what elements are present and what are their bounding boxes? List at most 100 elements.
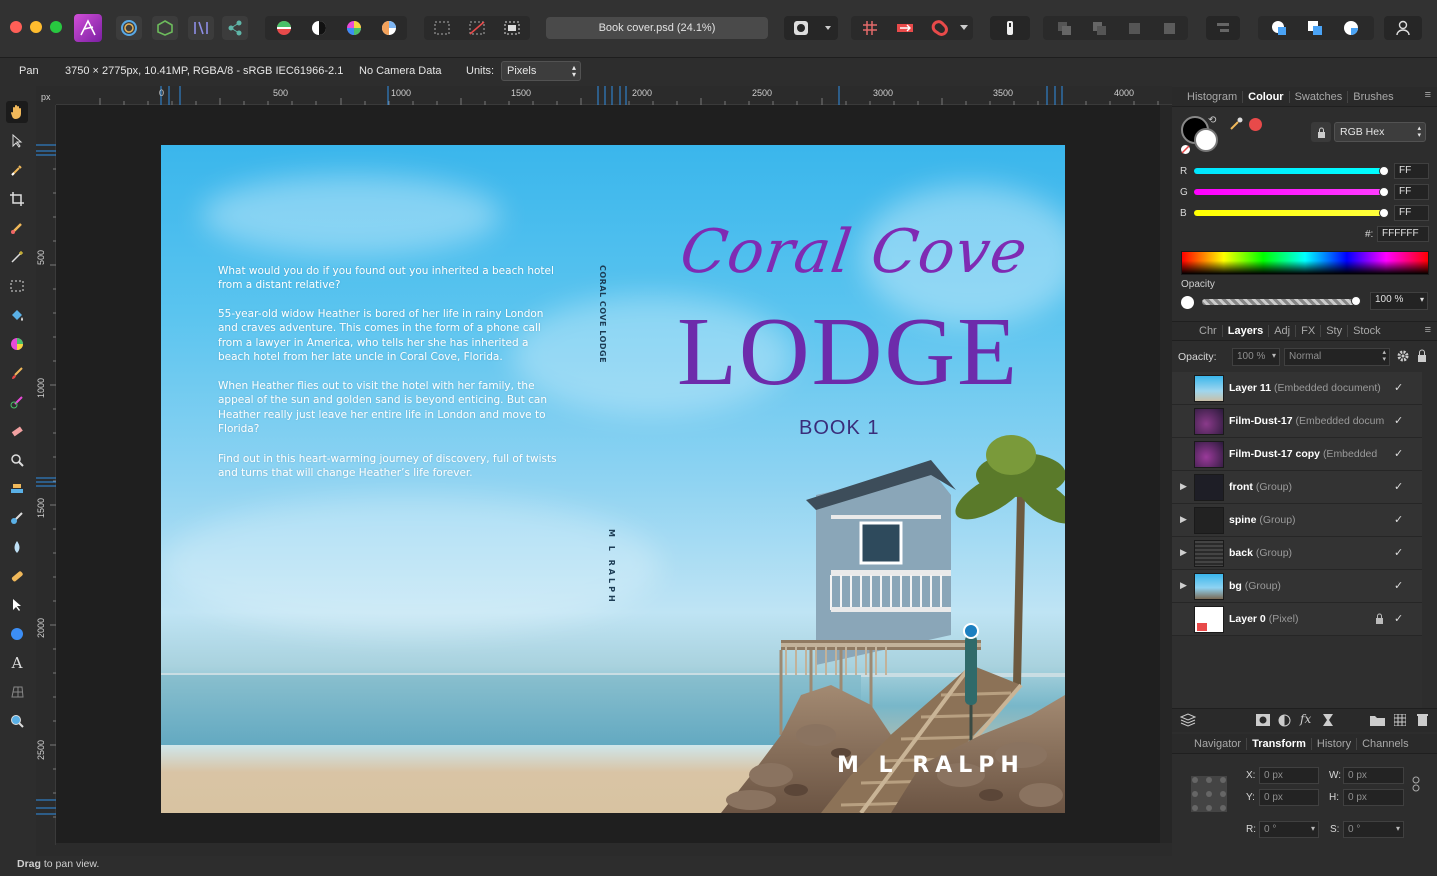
layer-row[interactable]: Film-Dust-17 copy (Embedded ✓ — [1172, 438, 1422, 471]
flood-select-tool[interactable] — [6, 246, 28, 268]
r-slider-knob[interactable] — [1379, 166, 1389, 176]
add-group-folder-icon[interactable] — [1370, 714, 1385, 729]
hsl-icon[interactable] — [339, 16, 369, 40]
tab-colour[interactable]: Colour — [1243, 90, 1290, 103]
snapping-grid-icon[interactable] — [855, 16, 885, 40]
develop-persona-icon[interactable] — [188, 16, 214, 40]
tab-stock[interactable]: Stock — [1348, 325, 1386, 337]
crop-tool[interactable] — [6, 188, 28, 210]
clone-tool[interactable] — [6, 478, 28, 500]
adjustment-layer-icon[interactable] — [1278, 714, 1291, 730]
tab-navigator[interactable]: Navigator — [1189, 737, 1248, 750]
text-tool-options-icon[interactable] — [990, 16, 1030, 40]
colour-mode-select[interactable]: RGB Hex ▴ ▾ — [1334, 122, 1426, 142]
layer-row[interactable]: Film-Dust-17 (Embedded docum ✓ — [1172, 405, 1422, 438]
delete-layer-trash-icon[interactable] — [1417, 713, 1428, 729]
g-slider-knob[interactable] — [1379, 187, 1389, 197]
live-filter-icon[interactable] — [1322, 713, 1334, 730]
gradient-tool[interactable] — [6, 333, 28, 355]
r-value-field[interactable]: FF — [1394, 163, 1429, 179]
g-value-field[interactable]: FF — [1394, 184, 1429, 200]
layer-visibility-checkbox[interactable]: ✓ — [1394, 381, 1403, 394]
picked-colour-swatch[interactable] — [1249, 118, 1262, 131]
shear-field[interactable]: 0 ° ▾ — [1343, 821, 1404, 838]
zoom-tool[interactable] — [6, 710, 28, 732]
units-select[interactable]: Pixels ▴ ▾ — [501, 61, 581, 81]
link-aspect-ratio-icon[interactable] — [1412, 776, 1420, 795]
tab-adjustments[interactable]: Adj — [1269, 325, 1297, 337]
mesh-warp-tool[interactable] — [6, 681, 28, 703]
node-tool[interactable] — [6, 594, 28, 616]
invert-selection-icon[interactable] — [498, 16, 526, 40]
hex-value-field[interactable]: FFFFFF — [1377, 226, 1429, 242]
layer-settings-gear-icon[interactable] — [1396, 349, 1410, 366]
vertical-ruler[interactable]: 500 1000 1500 2000 2500 — [36, 105, 56, 845]
hand-tool[interactable] — [6, 101, 28, 123]
blur-brush-tool[interactable] — [6, 536, 28, 558]
text-tool[interactable]: A — [6, 652, 28, 674]
close-window-button[interactable] — [10, 21, 22, 33]
zoom-window-button[interactable] — [50, 21, 62, 33]
paint-brush-tool[interactable] — [6, 362, 28, 384]
document-title[interactable]: Book cover.psd (24.1%) — [546, 17, 768, 39]
tab-swatches[interactable]: Swatches — [1290, 90, 1349, 103]
healing-brush-tool[interactable] — [6, 565, 28, 587]
affinity-photo-logo-icon[interactable] — [74, 14, 102, 42]
color-replacement-tool[interactable] — [6, 391, 28, 413]
rotation-field[interactable]: 0 ° ▾ — [1259, 821, 1319, 838]
account-user-icon[interactable] — [1384, 16, 1422, 40]
r-slider[interactable] — [1194, 168, 1384, 174]
tab-effects[interactable]: FX — [1296, 325, 1322, 337]
shape-tool[interactable] — [6, 623, 28, 645]
layer-row[interactable]: ▶ front (Group) ✓ — [1172, 471, 1422, 504]
flood-fill-tool[interactable] — [6, 304, 28, 326]
lock-icon[interactable] — [1311, 122, 1331, 142]
opacity-slider-knob[interactable] — [1351, 296, 1361, 306]
arrange-back-icon[interactable] — [1049, 16, 1079, 40]
secondary-colour-well[interactable] — [1194, 128, 1218, 152]
layer-row[interactable]: ▶ back (Group) ✓ — [1172, 537, 1422, 570]
expand-group-icon[interactable]: ▶ — [1180, 514, 1187, 525]
tab-character[interactable]: Chr — [1194, 325, 1223, 337]
layer-visibility-checkbox[interactable]: ✓ — [1394, 447, 1403, 460]
export-persona-icon[interactable] — [222, 16, 248, 40]
liquify-persona-icon[interactable] — [152, 16, 178, 40]
anchor-point-selector[interactable] — [1191, 776, 1227, 812]
levels-icon[interactable] — [269, 16, 299, 40]
panel-menu-icon[interactable]: ≡ — [1425, 324, 1431, 336]
x-field[interactable]: 0 px — [1259, 767, 1319, 784]
arrange-forward-icon[interactable] — [1119, 16, 1149, 40]
layer-row[interactable]: Layer 11 (Embedded document) ✓ — [1172, 372, 1422, 405]
tab-transform[interactable]: Transform — [1247, 737, 1312, 750]
arrange-front-icon[interactable] — [1154, 16, 1184, 40]
b-slider[interactable] — [1194, 210, 1384, 216]
layers-stack-icon[interactable] — [1179, 713, 1197, 730]
layer-visibility-checkbox[interactable]: ✓ — [1394, 480, 1403, 493]
layer-visibility-checkbox[interactable]: ✓ — [1394, 612, 1403, 625]
expand-group-icon[interactable]: ▶ — [1180, 481, 1187, 492]
fx-layer-icon[interactable]: fx — [1300, 712, 1311, 726]
b-value-field[interactable]: FF — [1394, 205, 1429, 221]
expand-group-icon[interactable]: ▶ — [1180, 547, 1187, 558]
g-slider[interactable] — [1194, 189, 1384, 195]
tab-brushes[interactable]: Brushes — [1348, 91, 1398, 103]
vertical-scrollbar[interactable] — [1160, 105, 1172, 843]
eyedropper-icon[interactable] — [1229, 117, 1243, 134]
swap-colours-icon[interactable]: ⟲ — [1208, 115, 1216, 126]
boolean-add-icon[interactable] — [1264, 16, 1294, 40]
move-tool[interactable] — [6, 130, 28, 152]
blend-mode-select[interactable]: Normal ▴ ▾ — [1284, 348, 1390, 366]
brightness-contrast-icon[interactable] — [304, 16, 334, 40]
arrange-backward-icon[interactable] — [1084, 16, 1114, 40]
y-field[interactable]: 0 px — [1259, 789, 1319, 806]
select-all-icon[interactable] — [428, 16, 456, 40]
horizontal-ruler[interactable]: 0 500 1000 1500 2000 2500 3000 3500 4000 — [56, 86, 1172, 105]
layer-visibility-checkbox[interactable]: ✓ — [1394, 414, 1403, 427]
panel-menu-icon[interactable]: ≡ — [1425, 89, 1431, 101]
h-field[interactable]: 0 px — [1343, 789, 1404, 806]
colour-spectrum[interactable] — [1181, 251, 1429, 275]
layer-visibility-checkbox[interactable]: ✓ — [1394, 546, 1403, 559]
boolean-intersect-icon[interactable] — [1336, 16, 1366, 40]
w-field[interactable]: 0 px — [1343, 767, 1404, 784]
mask-layer-icon[interactable] — [1256, 714, 1270, 729]
